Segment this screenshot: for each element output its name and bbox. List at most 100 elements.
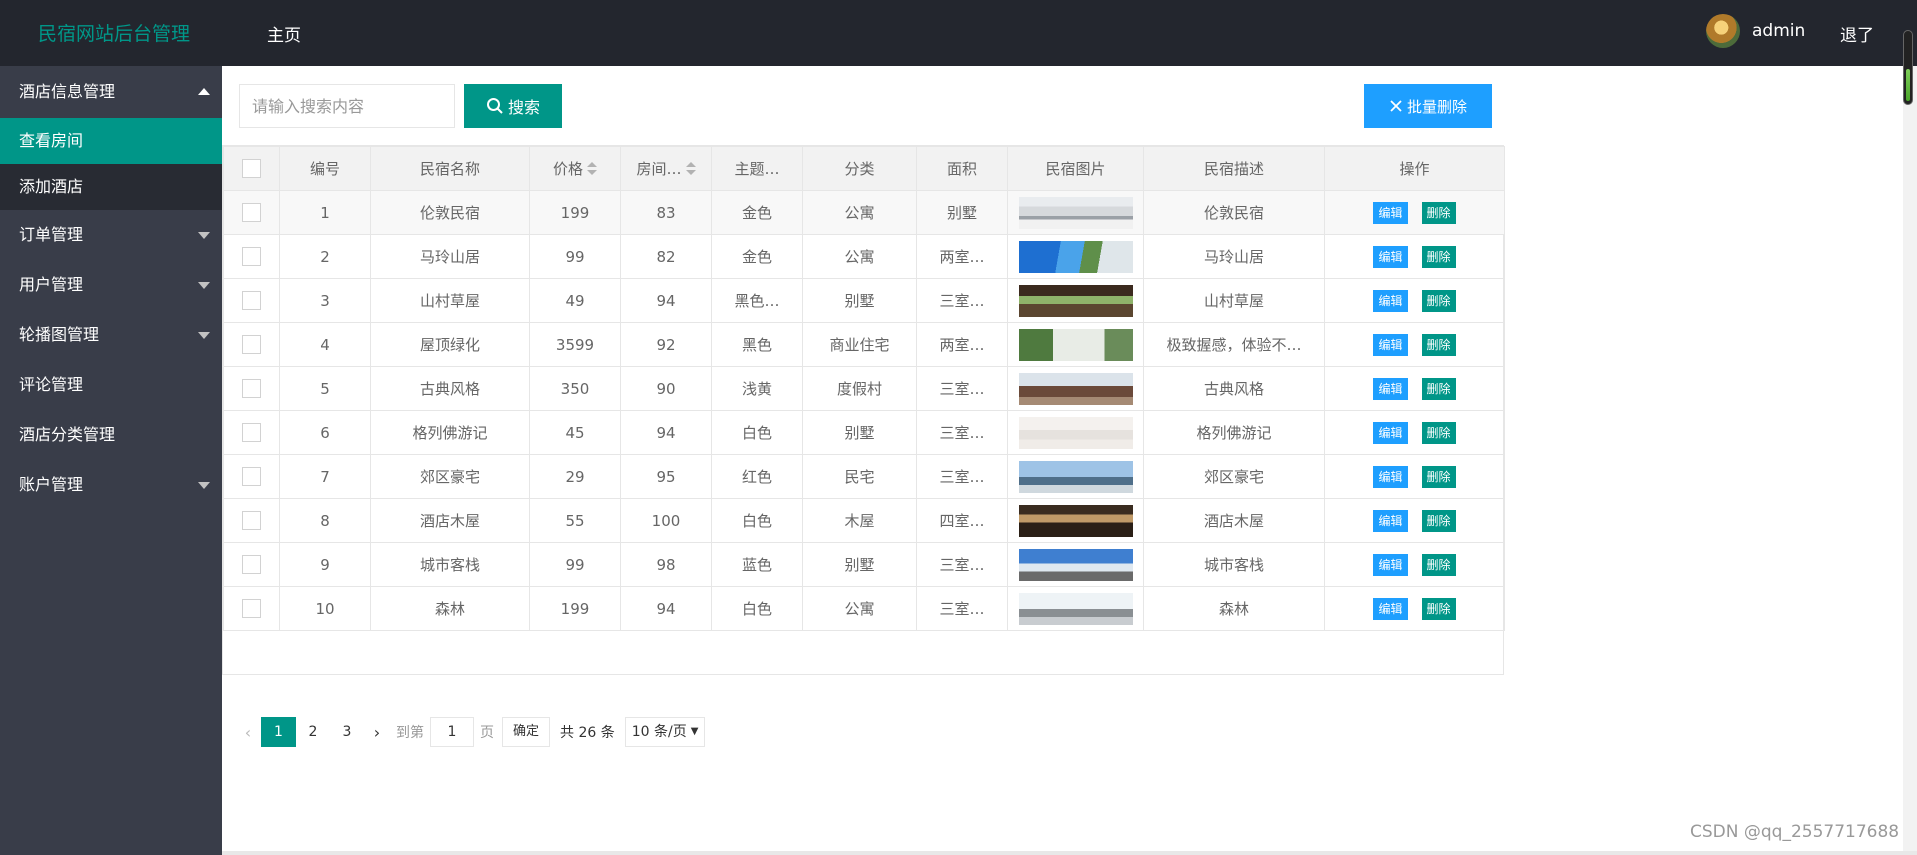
table-row[interactable]: 1 伦敦民宿 199 83 金色 公寓 别墅 伦敦民宿 编辑 删除	[223, 190, 1505, 235]
row-select-cell[interactable]	[223, 234, 280, 279]
row-select-cell[interactable]	[223, 498, 280, 543]
row-select-cell[interactable]	[223, 190, 280, 235]
delete-button[interactable]: 删除	[1421, 553, 1456, 576]
batch-delete-button[interactable]: 批量删除	[1364, 84, 1492, 128]
row-checkbox[interactable]	[242, 599, 261, 618]
search-button[interactable]: 搜索	[464, 84, 562, 128]
edit-button[interactable]: 编辑	[1373, 553, 1408, 576]
table-row[interactable]: 6 格列佛游记 45 94 白色 别墅 三室… 格列佛游记 编辑 删除	[223, 410, 1505, 455]
row-checkbox[interactable]	[242, 511, 261, 530]
logout-link[interactable]: 退了	[1840, 21, 1874, 46]
table-row[interactable]: 7 郊区豪宅 29 95 红色 民宅 三室… 郊区豪宅 编辑 删除	[223, 454, 1505, 499]
row-select-cell[interactable]	[223, 410, 280, 455]
scrollbar[interactable]	[1903, 30, 1913, 105]
goto-confirm-button[interactable]: 确定	[502, 717, 551, 747]
sidebar-item-view-rooms[interactable]: 查看房间	[0, 118, 222, 164]
edit-button[interactable]: 编辑	[1373, 201, 1408, 224]
page-number[interactable]: 1	[261, 717, 296, 747]
row-select-cell[interactable]	[223, 278, 280, 323]
sidebar-group-hotel-info[interactable]: 酒店信息管理	[0, 66, 222, 118]
delete-button[interactable]: 删除	[1421, 597, 1456, 620]
row-checkbox[interactable]	[242, 335, 261, 354]
cell-desc: 马玲山居	[1143, 234, 1325, 279]
row-checkbox[interactable]	[242, 423, 261, 442]
row-select-cell[interactable]	[223, 322, 280, 367]
col-header-label: 房间…	[636, 160, 682, 178]
edit-button[interactable]: 编辑	[1373, 465, 1408, 488]
table-header-row: 编号 民宿名称 价格 房间… 主题… 分类 面积 民宿图片 民宿描述 操作	[223, 146, 1505, 191]
delete-button[interactable]: 删除	[1421, 421, 1456, 444]
sidebar-item-comments[interactable]: 评论管理	[0, 360, 222, 410]
cell-area: 四室…	[916, 498, 1008, 543]
username[interactable]: admin	[1752, 21, 1805, 41]
cell-rooms: 95	[620, 454, 712, 499]
sidebar-group-accounts[interactable]: 账户管理	[0, 460, 222, 510]
delete-button[interactable]: 删除	[1421, 509, 1456, 532]
goto-label: 到第	[396, 725, 424, 741]
cell-actions: 编辑 删除	[1324, 366, 1505, 411]
user-menu[interactable]: admin	[1706, 14, 1805, 48]
delete-button[interactable]: 删除	[1421, 289, 1456, 312]
table-row[interactable]: 9 城市客栈 99 98 蓝色 别墅 三室… 城市客栈 编辑 删除	[223, 542, 1505, 587]
chevron-down-icon	[198, 482, 210, 489]
select-all-cell[interactable]	[223, 146, 280, 191]
col-header-price[interactable]: 价格	[529, 146, 621, 191]
table-row[interactable]: 2 马玲山居 99 82 金色 公寓 两室… 马玲山居 编辑 删除	[223, 234, 1505, 279]
row-checkbox[interactable]	[242, 379, 261, 398]
table-row[interactable]: 4 屋顶绿化 3599 92 黑色 商业住宅 两室… 极致握感，体验不… 编辑 删除	[223, 322, 1505, 367]
row-select-cell[interactable]	[223, 586, 280, 631]
edit-button[interactable]: 编辑	[1373, 421, 1408, 444]
cell-theme: 浅黄	[711, 366, 803, 411]
cell-image	[1007, 366, 1144, 411]
table-row[interactable]: 3 山村草屋 49 94 黑色… 别墅 三室… 山村草屋 编辑 删除	[223, 278, 1505, 323]
col-header-label: 价格	[552, 160, 583, 178]
row-checkbox[interactable]	[242, 555, 261, 574]
nav-home-link[interactable]: 主页	[267, 21, 301, 46]
goto-page-input[interactable]: 1	[430, 717, 474, 747]
edit-button[interactable]: 编辑	[1373, 245, 1408, 268]
cell-name: 屋顶绿化	[370, 322, 530, 367]
page-size-select[interactable]: 10 条/页 ▼	[624, 717, 706, 747]
edit-button[interactable]: 编辑	[1373, 289, 1408, 312]
prev-page-icon[interactable]: ‹	[235, 718, 261, 746]
sort-icon[interactable]	[587, 161, 597, 176]
table-row[interactable]: 5 古典风格 350 90 浅黄 度假村 三室… 古典风格 编辑 删除	[223, 366, 1505, 411]
next-page-icon[interactable]: ›	[364, 718, 390, 746]
delete-button[interactable]: 删除	[1421, 245, 1456, 268]
search-input[interactable]	[239, 84, 455, 128]
edit-button[interactable]: 编辑	[1373, 509, 1408, 532]
edit-button[interactable]: 编辑	[1373, 597, 1408, 620]
sidebar-item-add-hotel[interactable]: 添加酒店	[0, 164, 222, 210]
delete-button[interactable]: 删除	[1421, 465, 1456, 488]
page-number[interactable]: 2	[296, 717, 330, 747]
sidebar-group-carousel[interactable]: 轮播图管理	[0, 310, 222, 360]
delete-button[interactable]: 删除	[1421, 377, 1456, 400]
table-row[interactable]: 10 森林 199 94 白色 公寓 三室… 森林 编辑 删除	[223, 586, 1505, 631]
table-row[interactable]: 8 酒店木屋 55 100 白色 木屋 四室… 酒店木屋 编辑 删除	[223, 498, 1505, 543]
col-header-image: 民宿图片	[1007, 146, 1144, 191]
page-number[interactable]: 3	[330, 717, 364, 747]
select-all-checkbox[interactable]	[242, 159, 261, 178]
delete-button[interactable]: 删除	[1421, 201, 1456, 224]
sidebar-group-orders[interactable]: 订单管理	[0, 210, 222, 260]
cell-area: 别墅	[916, 190, 1008, 235]
avatar[interactable]	[1706, 14, 1740, 48]
sidebar-group-label: 账户管理	[19, 475, 84, 494]
row-checkbox[interactable]	[242, 247, 261, 266]
cell-theme: 金色	[711, 190, 803, 235]
sidebar-item-hotel-categories[interactable]: 酒店分类管理	[0, 410, 222, 460]
cell-price: 199	[529, 586, 621, 631]
delete-button[interactable]: 删除	[1421, 333, 1456, 356]
col-header-rooms[interactable]: 房间…	[620, 146, 712, 191]
sidebar-group-users[interactable]: 用户管理	[0, 260, 222, 310]
row-checkbox[interactable]	[242, 467, 261, 486]
row-checkbox[interactable]	[242, 203, 261, 222]
row-select-cell[interactable]	[223, 542, 280, 587]
edit-button[interactable]: 编辑	[1373, 377, 1408, 400]
sort-icon[interactable]	[685, 161, 696, 176]
row-select-cell[interactable]	[223, 366, 280, 411]
edit-button[interactable]: 编辑	[1373, 333, 1408, 356]
close-icon	[1390, 100, 1402, 112]
row-select-cell[interactable]	[223, 454, 280, 499]
row-checkbox[interactable]	[242, 291, 261, 310]
